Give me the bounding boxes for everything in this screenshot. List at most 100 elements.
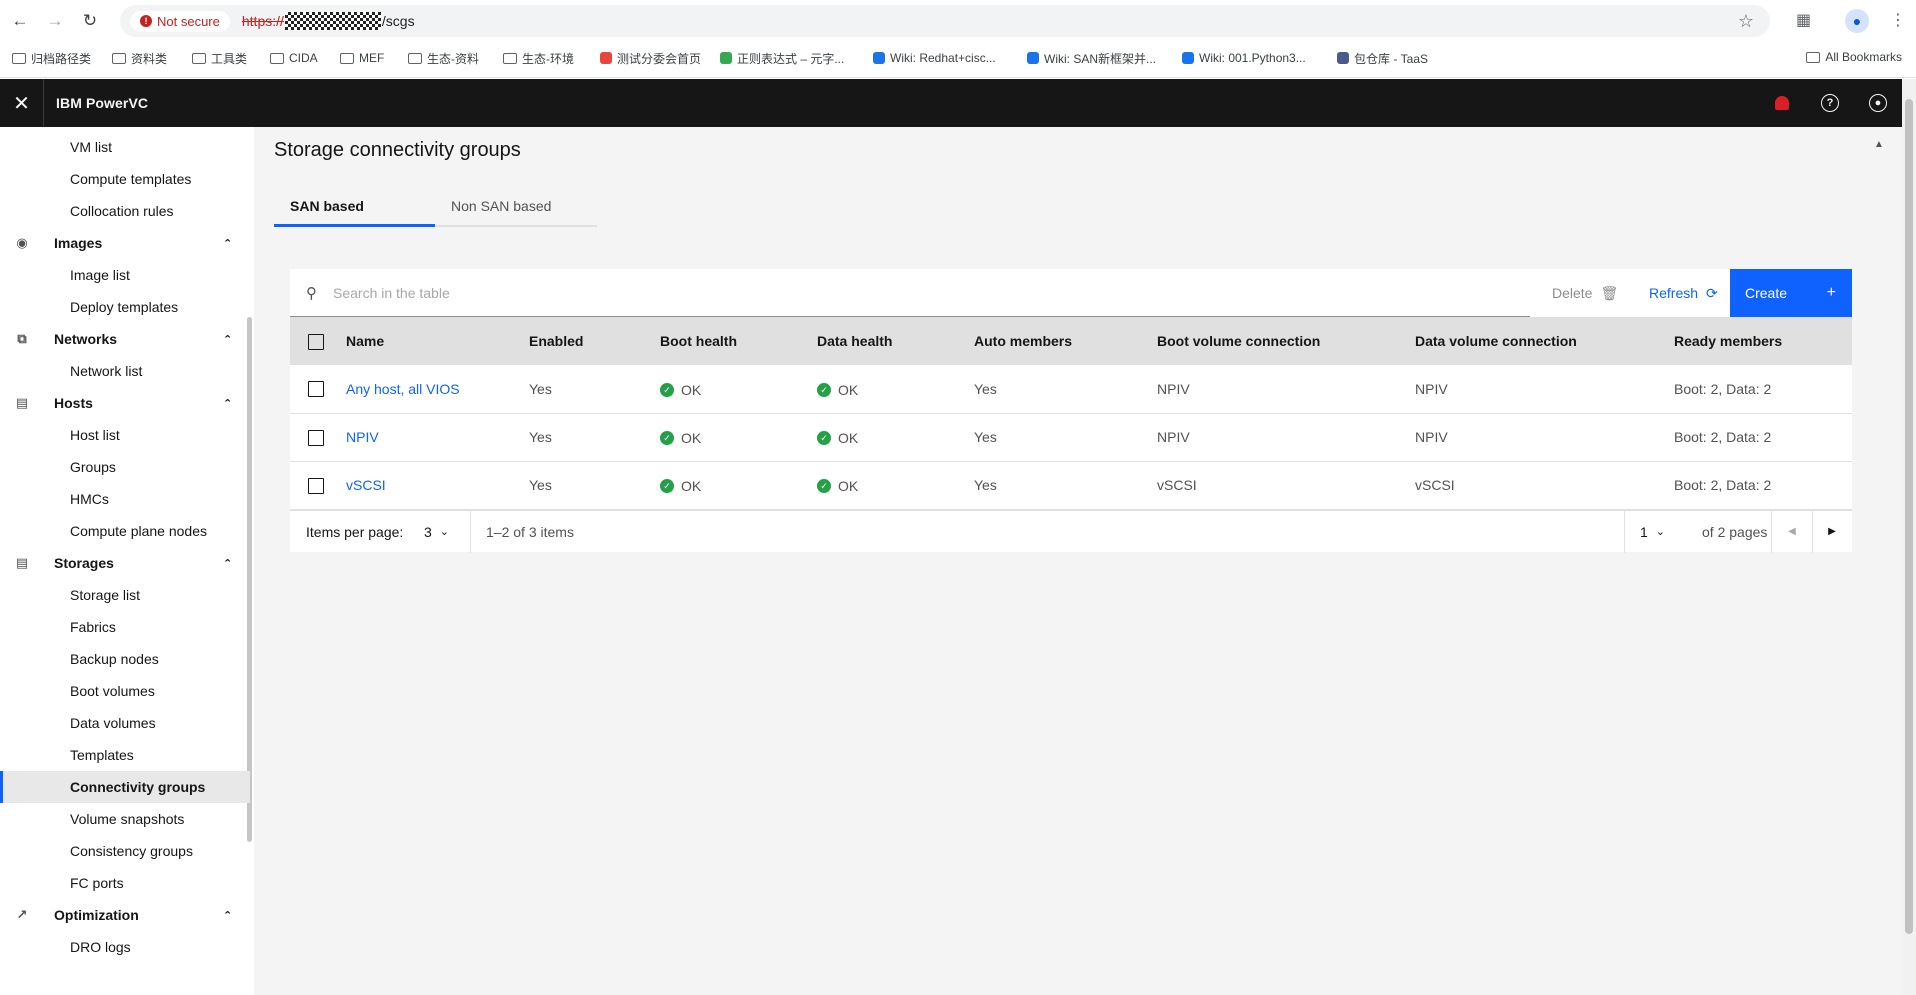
security-chip[interactable]: ! Not secure <box>130 10 230 32</box>
help-icon[interactable]: ? <box>1806 79 1854 127</box>
chevron-up-icon[interactable]: ⌃ <box>223 557 232 570</box>
bookmark-item[interactable]: 生态-资料 <box>408 50 479 67</box>
close-menu-icon[interactable]: ✕ <box>0 79 44 127</box>
page-select[interactable]: 1 ⌄ <box>1640 511 1665 553</box>
sidebar-nav: VM list Compute templates Collocation rule… <box>0 127 254 995</box>
chart-icon: ↗ <box>16 907 28 922</box>
bookmark-item[interactable]: CIDA <box>270 51 318 65</box>
sidebar-item-label: Data volumes <box>70 715 156 731</box>
sidebar-item-compute-templates[interactable]: Compute templates <box>0 163 250 195</box>
sidebar-category-networks[interactable]: ⧉ Networks ⌃ <box>0 323 250 355</box>
table-row[interactable]: Any host, all VIOS Yes ✓ OK ✓ OK Yes NPIV NPIV Bo… <box>290 365 1852 413</box>
next-page-icon[interactable]: ▶ <box>1812 511 1852 553</box>
sidebar-item-volume-snapshots[interactable]: Volume snapshots <box>0 803 250 835</box>
row-checkbox[interactable] <box>308 477 324 494</box>
notification-bell-icon[interactable] <box>1758 79 1806 127</box>
table-row[interactable]: vSCSI Yes ✓ OK ✓ OK Yes vSCSI vSCSI Boot: 2, Data… <box>290 461 1852 509</box>
tab-san-based[interactable]: SAN based <box>274 187 435 227</box>
sidebar-category-optimization[interactable]: ↗ Optimization ⌃ <box>0 899 250 931</box>
items-per-page-select[interactable]: 3 ⌄ <box>424 511 449 553</box>
browser-chrome: ← → ↻ ! Not secure https:// /scgs ☆ ▦ ● ⋮… <box>0 0 1916 78</box>
sidebar-item-fabrics[interactable]: Fabrics <box>0 611 250 643</box>
bookmark-item[interactable]: MEF <box>340 51 384 65</box>
col-name[interactable]: Name <box>346 317 529 365</box>
address-bar[interactable]: ! Not secure https:// /scgs ☆ <box>120 5 1770 37</box>
user-icon[interactable]: ● <box>1854 79 1902 127</box>
sidebar-item-compute-plane-nodes[interactable]: Compute plane nodes <box>0 515 250 547</box>
forward-icon[interactable]: → <box>43 9 67 33</box>
sidebar-item-groups[interactable]: Groups <box>0 451 250 483</box>
sidebar-item-hmcs[interactable]: HMCs <box>0 483 250 515</box>
bookmark-item[interactable]: 归档路径类 <box>12 50 91 67</box>
bookmark-item[interactable]: 测试分委会首页 <box>600 50 701 67</box>
sidebar-item-backup-nodes[interactable]: Backup nodes <box>0 643 250 675</box>
sidebar-item-boot-volumes[interactable]: Boot volumes <box>0 675 250 707</box>
col-data-health[interactable]: Data health <box>817 317 974 365</box>
menu-kebab-icon[interactable]: ⋮ <box>1890 10 1906 30</box>
sidebar-item-deploy-templates[interactable]: Deploy templates <box>0 291 250 323</box>
create-button[interactable]: Create + <box>1730 269 1852 317</box>
bookmark-item[interactable]: 正则表达式 – 元字... <box>720 50 844 67</box>
search-input[interactable] <box>333 284 1433 301</box>
auto-members-cell: Yes <box>974 477 997 493</box>
bookmark-item[interactable]: 包仓库 - TaaS <box>1337 50 1428 67</box>
chevron-up-icon[interactable]: ⌃ <box>223 237 232 250</box>
sidebar-category-images[interactable]: ◉ Images ⌃ <box>0 227 250 259</box>
data-health-text: OK <box>838 382 859 398</box>
sidebar-item-label: Backup nodes <box>70 651 159 667</box>
back-icon[interactable]: ← <box>8 9 32 33</box>
sidebar-item-vm-list[interactable]: VM list <box>0 131 250 163</box>
sidebar-category-storages[interactable]: ▤ Storages ⌃ <box>0 547 250 579</box>
col-data-volume-connection[interactable]: Data volume connection <box>1415 317 1674 365</box>
row-checkbox[interactable] <box>308 381 324 398</box>
sidebar-category-hosts[interactable]: ▤ Hosts ⌃ <box>0 387 250 419</box>
scg-name-link[interactable]: vSCSI <box>346 477 386 493</box>
bookmark-star-icon[interactable]: ☆ <box>1738 11 1754 32</box>
app-brand: IBM PowerVC <box>56 95 149 111</box>
table-row[interactable]: NPIV Yes ✓ OK ✓ OK Yes NPIV NPIV Boot: 2, Data: 2 <box>290 413 1852 461</box>
select-all-checkbox[interactable] <box>308 333 324 350</box>
sidebar-item-label: Storage list <box>70 587 141 603</box>
data-connection-cell: vSCSI <box>1415 477 1455 493</box>
extensions-icon[interactable]: ▦ <box>1796 10 1811 30</box>
sidebar-item-network-list[interactable]: Network list <box>0 355 250 387</box>
window-scrollbar[interactable] <box>1902 79 1916 995</box>
refresh-button[interactable]: Refresh ⟳ <box>1637 269 1730 317</box>
bookmark-item[interactable]: Wiki: 001.Python3... <box>1182 51 1306 65</box>
bookmark-item[interactable]: Wiki: SAN新框架并... <box>1027 50 1156 67</box>
sidebar-item-dro-logs[interactable]: DRO logs <box>0 931 250 963</box>
profile-avatar-icon[interactable]: ● <box>1845 9 1869 33</box>
col-ready-members[interactable]: Ready members <box>1674 317 1852 365</box>
chevron-up-icon[interactable]: ⌃ <box>223 333 232 346</box>
col-boot-volume-connection[interactable]: Boot volume connection <box>1157 317 1415 365</box>
tab-non-san-based[interactable]: Non SAN based <box>435 187 597 227</box>
sidebar-item-host-list[interactable]: Host list <box>0 419 250 451</box>
col-boot-health[interactable]: Boot health <box>660 317 817 365</box>
collapse-caret-icon[interactable]: ▲ <box>1874 139 1884 150</box>
bookmark-item[interactable]: 工具类 <box>192 50 247 67</box>
bookmark-item[interactable]: Wiki: Redhat+cisc... <box>873 51 996 65</box>
bookmark-item[interactable]: 资料类 <box>112 50 167 67</box>
chevron-up-icon[interactable]: ⌃ <box>223 909 232 922</box>
sidebar-item-data-volumes[interactable]: Data volumes <box>0 707 250 739</box>
row-checkbox[interactable] <box>308 429 324 446</box>
scg-name-link[interactable]: Any host, all VIOS <box>346 381 460 397</box>
sidebar-item-consistency-groups[interactable]: Consistency groups <box>0 835 250 867</box>
sidebar-item-fc-ports[interactable]: FC ports <box>0 867 250 899</box>
sidebar-item-templates[interactable]: Templates <box>0 739 250 771</box>
prev-page-icon[interactable]: ◀ <box>1772 511 1812 553</box>
delete-button[interactable]: Delete 🗑 <box>1540 269 1630 317</box>
col-enabled[interactable]: Enabled <box>529 317 660 365</box>
chevron-up-icon[interactable]: ⌃ <box>223 397 232 410</box>
scg-name-link[interactable]: NPIV <box>346 429 379 445</box>
sidebar-item-collocation-rules[interactable]: Collocation rules <box>0 195 250 227</box>
sidebar-item-storage-list[interactable]: Storage list <box>0 579 250 611</box>
sidebar-item-image-list[interactable]: Image list <box>0 259 250 291</box>
folder-icon <box>408 52 422 64</box>
reload-icon[interactable]: ↻ <box>78 9 102 33</box>
bookmark-item[interactable]: 生态-环境 <box>503 50 574 67</box>
sidebar-item-connectivity-groups[interactable]: Connectivity groups <box>0 771 250 803</box>
col-auto-members[interactable]: Auto members <box>974 317 1157 365</box>
window-scrollbar-thumb[interactable] <box>1905 99 1913 934</box>
table-toolbar: ⚲ Delete 🗑 Refresh ⟳ Create + <box>290 269 1852 317</box>
